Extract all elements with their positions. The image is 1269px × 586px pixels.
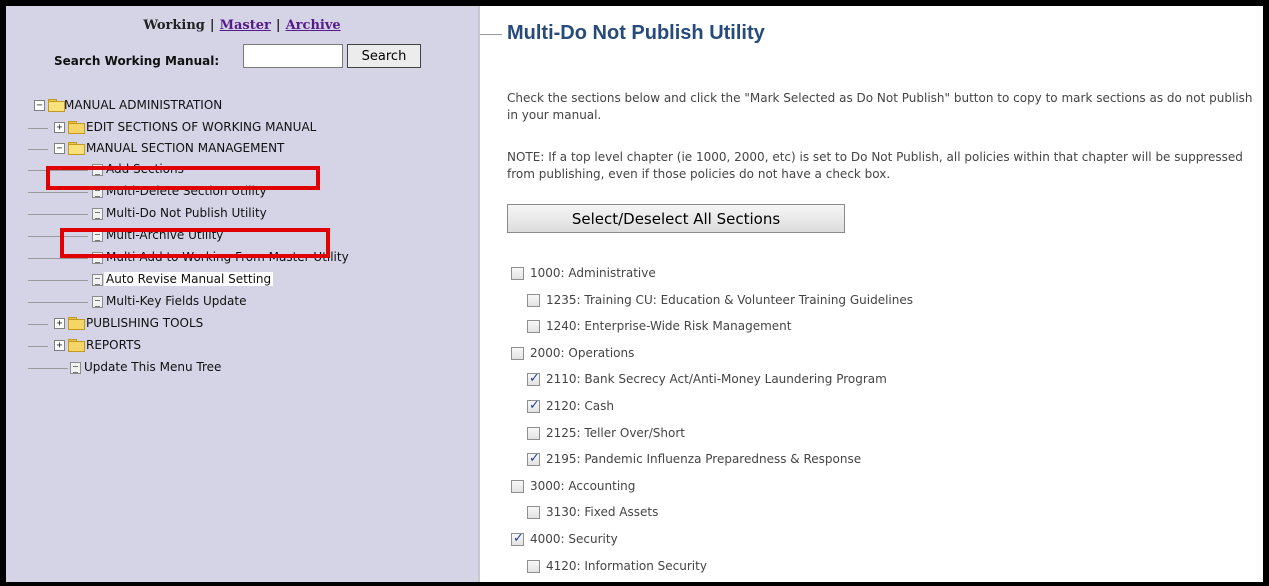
sidebar: Working | Master | Archive Search Working Ma…: [6, 6, 478, 582]
tree-item-publishing-tools[interactable]: + PUBLISHING TOOLS: [6, 314, 478, 334]
nav-separator: |: [209, 18, 215, 33]
section-label: 2120: Cash: [546, 399, 614, 413]
main-content: Multi-Do Not Publish Utility Check the s…: [480, 6, 1263, 582]
tree-label: REPORTS: [86, 338, 142, 352]
select-all-button[interactable]: Select/Deselect All Sections: [507, 204, 845, 233]
folder-icon: [68, 317, 85, 330]
document-icon: [92, 296, 103, 308]
tree-label: EDIT SECTIONS OF WORKING MANUAL: [86, 120, 317, 134]
document-icon: [92, 274, 103, 286]
tree-label: Multi-Do Not Publish Utility: [106, 206, 267, 220]
expand-icon[interactable]: +: [54, 318, 65, 329]
section-checkbox[interactable]: [511, 347, 524, 360]
collapse-icon[interactable]: −: [34, 100, 45, 111]
section-item: 4120: Information Security: [527, 558, 1227, 578]
section-checkbox[interactable]: [527, 398, 540, 413]
section-label: 4000: Security: [530, 532, 618, 546]
title-rule: [480, 34, 502, 35]
tree-item-multi-key-fields[interactable]: Multi-Key Fields Update: [6, 292, 478, 312]
document-icon: [70, 362, 81, 374]
section-item: 3130: Fixed Assets: [527, 504, 1227, 524]
tree-label: MANUAL ADMINISTRATION: [64, 98, 223, 112]
section-label: 4120: Information Security: [546, 559, 707, 573]
tree-item-multi-do-not-publish[interactable]: Multi-Do Not Publish Utility: [6, 204, 478, 224]
section-label: 1000: Administrative: [530, 266, 656, 280]
section-checkbox[interactable]: [511, 531, 524, 546]
search-label: Search Working Manual:: [54, 54, 220, 68]
section-checkbox[interactable]: [527, 451, 540, 466]
section-item: 2110: Bank Secrecy Act/Anti-Money Launde…: [527, 371, 1227, 391]
folder-icon: [68, 121, 85, 134]
tree-label: PUBLISHING TOOLS: [86, 316, 204, 330]
nav-master-link[interactable]: Master: [220, 18, 271, 33]
section-checkbox[interactable]: [527, 560, 540, 573]
tree-item-section-management[interactable]: − MANUAL SECTION MANAGEMENT: [6, 139, 478, 159]
section-checkbox[interactable]: [527, 371, 540, 386]
tree-item-auto-revise[interactable]: Auto Revise Manual Setting: [6, 270, 478, 290]
tree-item-update-menu-tree[interactable]: Update This Menu Tree: [6, 358, 478, 378]
section-checkbox[interactable]: [527, 320, 540, 333]
section-item: 1240: Enterprise-Wide Risk Management: [527, 318, 1227, 338]
open-folder-icon: [68, 142, 85, 155]
section-item: 2120: Cash: [527, 398, 1227, 418]
instructions-text: Check the sections below and click the "…: [507, 91, 1253, 122]
section-label: 1240: Enterprise-Wide Risk Management: [546, 319, 792, 333]
section-item: 4000: Security: [511, 531, 1211, 551]
expand-icon[interactable]: +: [54, 122, 65, 133]
section-checkbox[interactable]: [527, 294, 540, 307]
tree-label: MANUAL SECTION MANAGEMENT: [86, 141, 285, 155]
tree-label: Update This Menu Tree: [84, 360, 222, 374]
section-checkbox[interactable]: [511, 480, 524, 493]
annotation-highlight-box: [46, 166, 320, 190]
section-label: 2195: Pandemic Influenza Preparedness & …: [546, 452, 862, 466]
section-label: 1235: Training CU: Education & Volunteer…: [546, 293, 914, 307]
tree-label: Multi-Key Fields Update: [106, 294, 247, 308]
search-input[interactable]: [243, 44, 343, 68]
section-label: 3130: Fixed Assets: [546, 505, 659, 519]
tree-item-edit-sections[interactable]: + EDIT SECTIONS OF WORKING MANUAL: [6, 118, 478, 138]
annotation-highlight-box: [60, 228, 330, 258]
tree-root[interactable]: − MANUAL ADMINISTRATION: [6, 96, 478, 116]
section-checkbox[interactable]: [527, 506, 540, 519]
section-item: 2000: Operations: [511, 345, 1211, 365]
section-label: 2125: Teller Over/Short: [546, 426, 685, 440]
section-item: 2125: Teller Over/Short: [527, 425, 1227, 445]
nav-working: Working: [143, 18, 205, 33]
section-item: 1000: Administrative: [511, 265, 1211, 285]
section-item: 1235: Training CU: Education & Volunteer…: [527, 292, 1227, 312]
document-icon: [92, 208, 103, 220]
section-checkbox[interactable]: [511, 267, 524, 280]
page-title: Multi-Do Not Publish Utility: [507, 22, 765, 44]
collapse-icon[interactable]: −: [54, 143, 65, 154]
tree-item-reports[interactable]: + REPORTS: [6, 336, 478, 356]
note-text: NOTE: If a top level chapter (ie 1000, 2…: [507, 150, 1243, 181]
section-label: 3000: Accounting: [530, 479, 636, 493]
open-folder-icon: [48, 99, 65, 112]
section-label: 2000: Operations: [530, 346, 635, 360]
search-button[interactable]: Search: [347, 44, 421, 68]
tree-label: Auto Revise Manual Setting: [104, 272, 274, 286]
section-label: 2110: Bank Secrecy Act/Anti-Money Launde…: [546, 372, 887, 386]
section-item: 2195: Pandemic Influenza Preparedness & …: [527, 451, 1227, 471]
view-nav: Working | Master | Archive: [6, 18, 478, 33]
expand-icon[interactable]: +: [54, 340, 65, 351]
section-checkbox[interactable]: [527, 427, 540, 440]
nav-archive-link[interactable]: Archive: [286, 18, 341, 33]
folder-icon: [68, 339, 85, 352]
section-item: 3000: Accounting: [511, 478, 1211, 498]
nav-separator: |: [275, 18, 281, 33]
